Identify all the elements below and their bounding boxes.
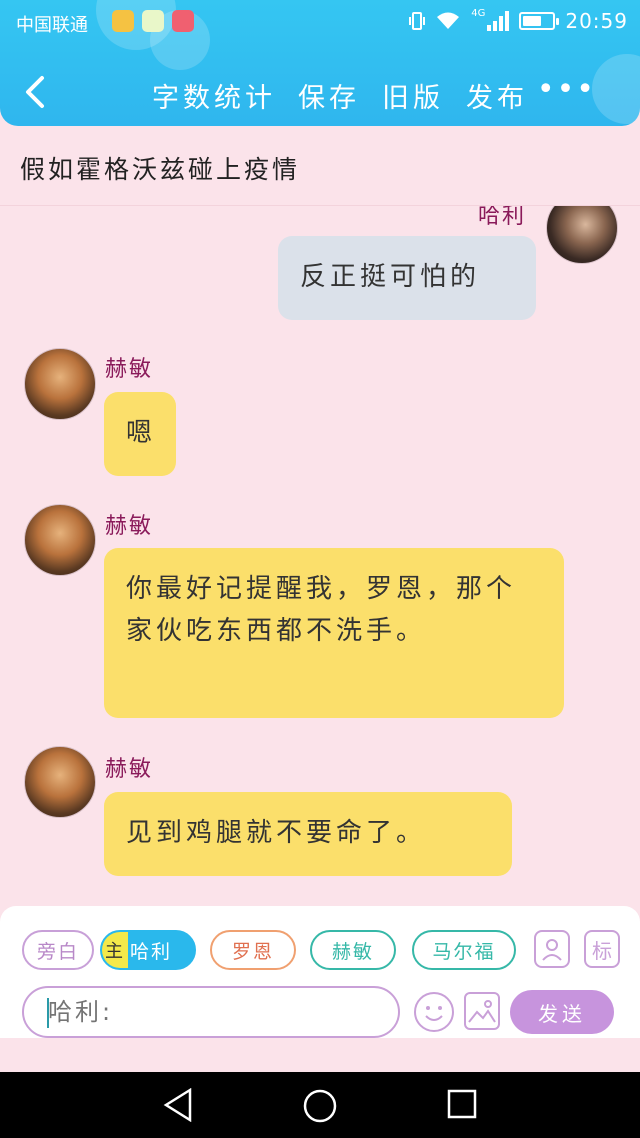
signal-icon xyxy=(487,11,510,31)
sender-name: 赫敏 xyxy=(105,357,154,382)
word-count-button[interactable]: 字数统计 xyxy=(152,76,276,115)
battery-icon xyxy=(519,12,560,30)
message-bubble[interactable]: 见到鸡腿就不要命了。 xyxy=(104,792,512,876)
avatar[interactable] xyxy=(546,206,618,264)
more-icon[interactable]: ••• xyxy=(537,72,596,107)
role-chip[interactable]: 罗恩 xyxy=(210,930,296,970)
sender-name: 赫敏 xyxy=(105,757,154,782)
clock: 20:59 xyxy=(565,9,628,33)
message-input[interactable] xyxy=(22,986,400,1038)
text-caret xyxy=(47,998,49,1028)
message-bubble[interactable]: 反正挺可怕的 xyxy=(278,236,536,320)
role-chip-label: 哈利 xyxy=(130,940,173,963)
publish-button[interactable]: 发布 xyxy=(466,76,528,115)
sender-name: 哈利 xyxy=(478,206,527,229)
recents-square-icon[interactable] xyxy=(446,1088,478,1120)
role-selector: 旁白 主 哈利 罗恩 赫敏 马尔福 标 xyxy=(22,930,622,972)
role-chip[interactable]: 赫敏 xyxy=(310,930,396,970)
role-chip[interactable]: 马尔福 xyxy=(412,930,516,970)
input-panel: 旁白 主 哈利 罗恩 赫敏 马尔福 标 发送 xyxy=(0,906,640,1038)
composer: 发送 xyxy=(22,986,622,1038)
status-bar: 中国联通 4G 20:59 xyxy=(0,0,640,44)
network-type: 4G xyxy=(471,7,486,19)
carrier-label: 中国联通 xyxy=(16,15,88,36)
contact-icon[interactable] xyxy=(534,930,570,968)
emoji-icon[interactable] xyxy=(414,992,454,1032)
title-row: 假如霍格沃兹碰上疫情 xyxy=(0,126,640,206)
main-role-mark: 主 xyxy=(102,932,128,968)
old-version-button[interactable]: 旧版 xyxy=(382,76,444,115)
chat-area[interactable]: 哈利 反正挺可怕的 赫敏 嗯 赫敏 你最好记提醒我，罗恩，那个家伙吃东西都不洗手… xyxy=(0,206,640,906)
vibrate-icon xyxy=(409,12,426,30)
home-circle-icon[interactable] xyxy=(302,1088,338,1124)
toolbar-actions: 字数统计 保存 旧版 发布 xyxy=(152,76,550,115)
status-right: 4G 20:59 xyxy=(409,7,628,33)
avatar[interactable] xyxy=(24,504,96,576)
image-icon[interactable] xyxy=(464,992,500,1030)
role-chip-active[interactable]: 主 哈利 xyxy=(100,930,196,970)
system-nav-bar xyxy=(0,1072,640,1138)
sender-name: 赫敏 xyxy=(105,514,154,539)
role-chip-narration[interactable]: 旁白 xyxy=(22,930,94,970)
send-button[interactable]: 发送 xyxy=(510,990,614,1034)
wifi-icon xyxy=(437,12,460,29)
app-notify-icon xyxy=(112,10,134,32)
chevron-left-icon[interactable] xyxy=(22,74,52,110)
mark-button[interactable]: 标 xyxy=(584,930,620,968)
notification-icons xyxy=(112,10,194,32)
message-bubble[interactable]: 你最好记提醒我，罗恩，那个家伙吃东西都不洗手。 xyxy=(104,548,564,718)
message-bubble[interactable]: 嗯 xyxy=(104,392,176,476)
back-triangle-icon[interactable] xyxy=(162,1088,194,1122)
app-notify-icon xyxy=(172,10,194,32)
app-notify-icon xyxy=(142,10,164,32)
avatar[interactable] xyxy=(24,348,96,420)
toolbar: 字数统计 保存 旧版 发布 ••• xyxy=(0,60,640,126)
avatar[interactable] xyxy=(24,746,96,818)
app-header: 中国联通 4G 20:59 字数统计 保存 旧版 发布 ••• xyxy=(0,0,640,126)
page-title[interactable]: 假如霍格沃兹碰上疫情 xyxy=(20,150,300,186)
save-button[interactable]: 保存 xyxy=(298,76,360,115)
